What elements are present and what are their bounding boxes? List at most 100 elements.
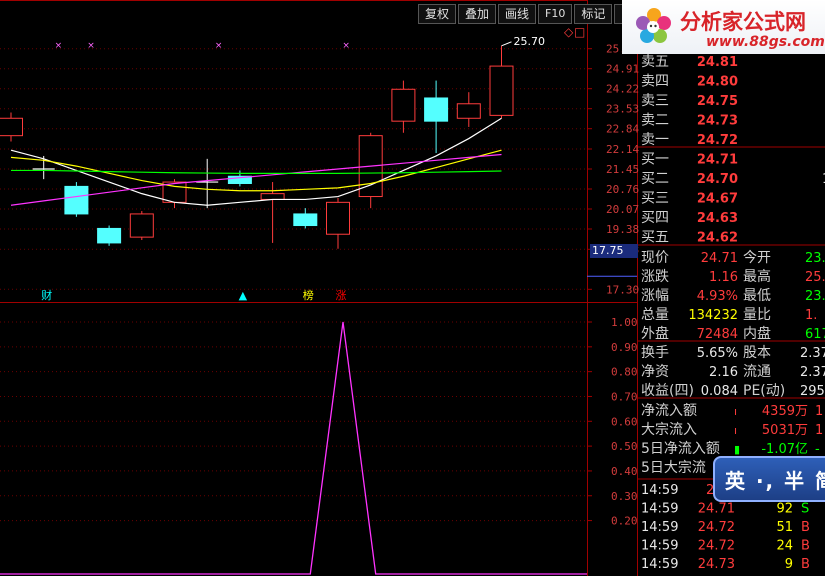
tick-time: 14:59: [641, 483, 678, 498]
price-tick-label: 17.30: [606, 283, 639, 296]
orderbook-price: 24.80: [697, 75, 738, 90]
orderbook-label: 卖五: [641, 54, 669, 70]
event-marker: ▲: [239, 289, 248, 302]
candle-up: [456, 103, 481, 119]
orderbook-label: 买五: [641, 230, 669, 246]
orderbook-label: 买三: [641, 191, 669, 207]
finance-label: PE(动): [743, 383, 785, 399]
finance-value: 5.65%: [697, 346, 738, 361]
tick-time: 14:59: [641, 557, 678, 572]
tick-volume: 92: [776, 502, 793, 517]
flow-label: 5日净流入额: [641, 441, 720, 457]
candle-up: [391, 88, 416, 122]
indicator-tick-label: 0.20: [611, 515, 638, 528]
stat-label: 量比: [743, 307, 771, 323]
finance-value: 2.37: [800, 346, 825, 361]
flow-value: -1.07亿: [761, 442, 808, 457]
price-tick-label: 24.22: [606, 83, 639, 96]
stat-value: 23.: [805, 289, 825, 304]
event-marker: 涨: [336, 289, 347, 302]
tick-volume: 9: [785, 557, 793, 572]
orderbook-label: 买一: [641, 152, 669, 168]
orderbook-price: 24.67: [697, 192, 738, 207]
menu-icon: □: [574, 25, 585, 39]
stat-label: 涨跌: [641, 269, 669, 285]
orderbook-price: 24.62: [697, 231, 738, 246]
candle-up: [326, 201, 350, 235]
tick-price: 24.71: [698, 502, 735, 517]
overlay-button[interactable]: 叠加: [458, 4, 497, 24]
signal-marker: ×: [55, 41, 63, 51]
candle-up: [260, 193, 285, 200]
flower-logo-icon: [636, 8, 671, 43]
diamond-icon: ◇: [564, 25, 574, 39]
stat-value: 1.: [805, 308, 817, 323]
finance-value: 2.16: [709, 365, 738, 380]
orderbook-label: 卖四: [641, 74, 669, 90]
orderbook-label: 卖三: [641, 93, 669, 109]
flow-bar: ▮: [734, 443, 740, 456]
stat-label: 总量: [641, 307, 669, 323]
tick-side: B: [801, 520, 810, 535]
price-tick-label: 20.07: [606, 203, 639, 216]
high-annotation-line: [501, 41, 512, 47]
indicator-tick-label: 0.70: [611, 390, 638, 403]
ime-status-text: 英 ·, 半 简: [725, 469, 825, 493]
price-tick-label: 22.84: [606, 123, 639, 136]
stat-value: 4.93%: [697, 289, 738, 304]
indicator-tick-label: 0.40: [611, 465, 638, 478]
tick-volume: 51: [776, 520, 793, 535]
stat-label: 现价: [641, 250, 669, 266]
stat-value: 25.: [805, 270, 825, 285]
price-tick-label: 22.14: [606, 143, 639, 156]
tick-side: S: [801, 502, 809, 517]
indicator-tick-label: 1.00: [611, 316, 638, 329]
draw-line-button[interactable]: 画线: [498, 4, 537, 24]
stat-value: 24.71: [701, 251, 738, 266]
flow-bar: ı: [734, 424, 737, 437]
stat-label: 内盘: [743, 325, 771, 342]
indicator-tick-label: 0.80: [611, 366, 638, 379]
finance-label: 股本: [743, 345, 771, 361]
orderbook-price: 24.81: [697, 55, 738, 70]
candle-down: [424, 97, 449, 122]
candle-down: [293, 213, 318, 227]
orderbook-label: 卖二: [641, 113, 669, 129]
stat-value: 134232: [688, 308, 738, 323]
toolbar: 复权 叠加 画线 F10 标记 +自: [418, 4, 652, 24]
tick-price: 24.72: [698, 539, 735, 554]
price-tick-label: 19.38: [606, 223, 639, 236]
tick-price: 24.72: [698, 520, 735, 535]
ime-toolbar[interactable]: 英 ·, 半 简: [713, 456, 825, 502]
indicator-tick-label: 0.50: [611, 440, 638, 453]
finance-value: 0.084: [701, 384, 738, 399]
flow-extra: 1: [815, 423, 823, 438]
orderbook-price: 24.71: [697, 153, 738, 168]
flow-label: 大宗流入: [641, 422, 697, 438]
restore-rights-button[interactable]: 复权: [418, 4, 457, 24]
indicator-tick-label: 0.60: [611, 415, 638, 428]
stat-label: 涨幅: [641, 288, 669, 304]
moving-average-line: [10, 149, 502, 192]
chart-canvas: ◇ □ 25. 24.91 24.22 23.53 22.84 22.14 21.45 20.76…: [0, 0, 825, 576]
f10-button[interactable]: F10: [538, 4, 573, 24]
flow-label: 5日大宗流: [641, 460, 706, 476]
signal-marker: ×: [87, 41, 95, 51]
high-annotation: 25.70: [514, 35, 546, 48]
orderbook-label: 卖一: [641, 132, 669, 148]
flow-extra: -: [815, 442, 820, 457]
candle-up: [129, 213, 154, 238]
finance-label: 流通: [743, 364, 771, 380]
orderbook-label: 买四: [641, 210, 669, 226]
stat-value: 617: [805, 327, 825, 342]
event-marker: 财: [41, 288, 52, 302]
stat-label: 今开: [743, 250, 771, 266]
mark-button[interactable]: 标记: [574, 4, 613, 24]
signal-marker: ×: [342, 41, 350, 51]
orderbook-price: 24.75: [697, 94, 738, 109]
indicator-tick-label: 0.90: [611, 341, 638, 354]
signal-marker: ×: [215, 41, 223, 51]
flow-bar: ı: [734, 405, 737, 418]
finance-value: 2.37: [800, 365, 825, 380]
indicator-tick-label: 0.30: [611, 490, 638, 503]
